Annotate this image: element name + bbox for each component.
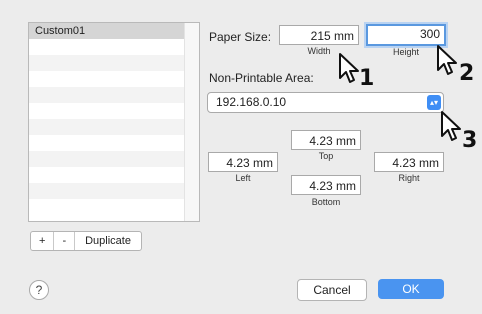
- list-item[interactable]: [29, 55, 199, 71]
- margin-left-field[interactable]: 4.23 mm: [208, 152, 278, 172]
- list-item[interactable]: [29, 199, 199, 215]
- non-printable-area-label: Non-Printable Area:: [209, 71, 314, 85]
- list-item[interactable]: [29, 183, 199, 199]
- help-button[interactable]: ?: [29, 280, 49, 300]
- remove-button[interactable]: -: [54, 232, 76, 250]
- margin-bottom-field[interactable]: 4.23 mm: [291, 175, 361, 195]
- paper-height-field[interactable]: 300: [366, 24, 446, 46]
- ok-button[interactable]: OK: [378, 279, 444, 299]
- list-item[interactable]: [29, 87, 199, 103]
- paper-size-list[interactable]: Custom01: [28, 22, 200, 222]
- margin-right-field[interactable]: 4.23 mm: [374, 152, 444, 172]
- list-item[interactable]: [29, 135, 199, 151]
- paper-width-field[interactable]: 215 mm: [279, 25, 359, 45]
- list-button-group: + - Duplicate: [30, 231, 142, 251]
- height-caption: Height: [392, 47, 419, 57]
- non-printable-select[interactable]: 192.168.0.10 ▴▾: [207, 92, 444, 113]
- right-caption: Right: [398, 173, 420, 183]
- list-item[interactable]: [29, 71, 199, 87]
- updown-chevron-icon[interactable]: ▴▾: [427, 95, 441, 110]
- mouse-pointer-icon: [437, 45, 457, 75]
- add-button[interactable]: +: [31, 232, 55, 250]
- non-printable-select-value: 192.168.0.10: [216, 95, 287, 109]
- list-item[interactable]: [29, 39, 199, 55]
- margin-top-field[interactable]: 4.23 mm: [291, 130, 361, 150]
- bottom-caption: Bottom: [311, 197, 341, 207]
- callout-number: 1: [359, 66, 375, 91]
- callout-number: 2: [459, 61, 475, 86]
- list-item[interactable]: Custom01: [29, 23, 199, 39]
- left-caption: Left: [235, 173, 251, 183]
- cancel-button[interactable]: Cancel: [297, 279, 367, 301]
- paper-size-label: Paper Size:: [209, 30, 272, 44]
- top-caption: Top: [318, 151, 334, 161]
- list-item[interactable]: [29, 167, 199, 183]
- mouse-pointer-icon: [441, 111, 461, 141]
- callout-number: 3: [462, 128, 478, 153]
- list-item[interactable]: [29, 119, 199, 135]
- list-item[interactable]: [29, 151, 199, 167]
- list-scrollbar[interactable]: [184, 23, 199, 221]
- duplicate-button[interactable]: Duplicate: [75, 232, 141, 250]
- list-item[interactable]: [29, 103, 199, 119]
